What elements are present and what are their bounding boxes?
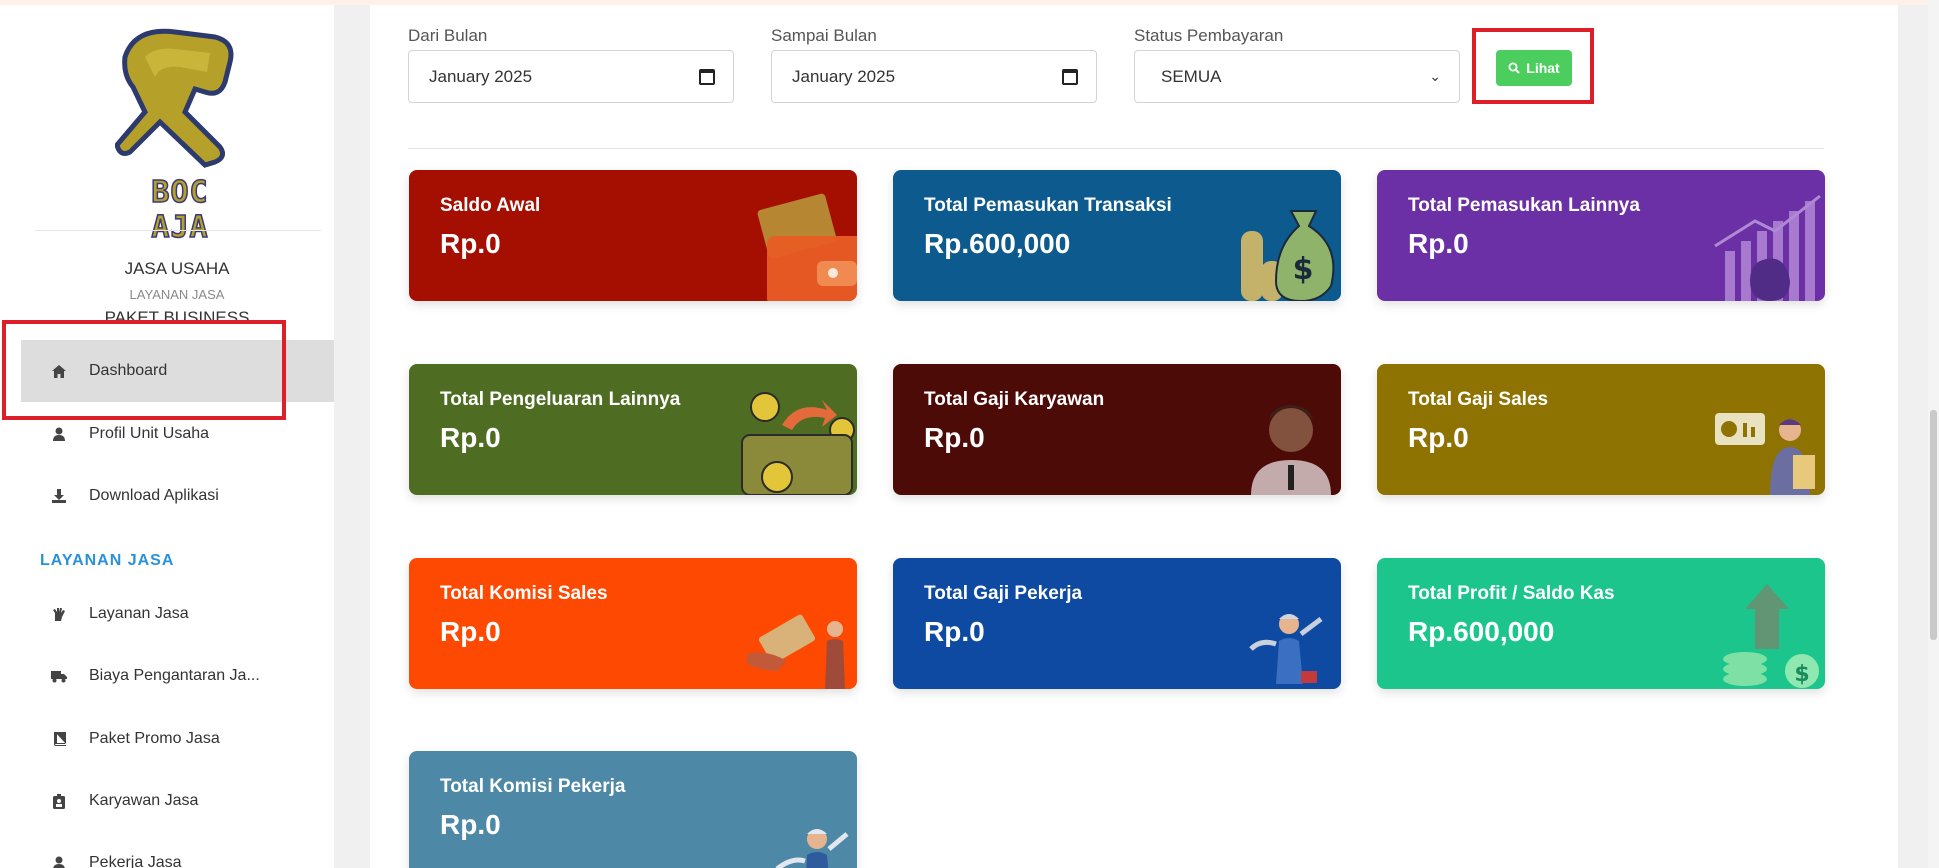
from-month-value: January 2025 [429, 66, 533, 86]
sidebar-item-pekerja-jasa[interactable]: Pekerja Jasa [21, 832, 334, 868]
sidebar-item-label: Profil Unit Usaha [89, 425, 210, 442]
worker-icon [775, 829, 849, 868]
svg-text:$: $ [1293, 252, 1314, 287]
sidebar-item-label: Download Aplikasi [89, 487, 219, 504]
money-handshake-icon [747, 614, 845, 689]
card-title: Total Pemasukan Transaksi [924, 195, 1172, 216]
wallet-coins-icon [741, 392, 855, 495]
org-subtitle: LAYANAN JASA [129, 287, 225, 302]
card-value: Rp.0 [1408, 422, 1469, 453]
to-month-input[interactable]: January 2025 [771, 50, 1097, 103]
card-total-pengeluaran-lainnya: Total Pengeluaran Lainnya Rp.0 [409, 364, 857, 495]
employee-avatar-icon [1251, 405, 1331, 495]
sidebar-item-label: Paket Promo Jasa [89, 730, 220, 747]
download-icon [51, 488, 67, 504]
user-icon [51, 426, 67, 442]
card-value: Rp.600,000 [1408, 616, 1555, 647]
card-title: Total Profit / Saldo Kas [1408, 583, 1615, 604]
growth-chart-icon [1714, 194, 1821, 301]
sidebar-item-download-aplikasi[interactable]: Download Aplikasi [21, 465, 334, 527]
to-month-value: January 2025 [792, 66, 896, 86]
highlight-box-dashboard [2, 320, 286, 420]
card-title: Total Pemasukan Lainnya [1408, 195, 1640, 216]
card-title: Saldo Awal [440, 195, 541, 216]
card-total-pemasukan-lainnya: Total Pemasukan Lainnya Rp.0 [1377, 170, 1825, 301]
calendar-icon[interactable] [699, 68, 715, 85]
card-title: Total Gaji Pekerja [924, 583, 1083, 604]
card-total-pemasukan-transaksi: Total Pemasukan Transaksi Rp.600,000 $ [893, 170, 1341, 301]
scrollbar-thumb[interactable] [1930, 410, 1937, 640]
card-value: Rp.0 [924, 422, 985, 453]
sidebar-item-layanan-jasa[interactable]: Layanan Jasa [21, 583, 334, 645]
card-title: Total Komisi Pekerja [440, 776, 626, 797]
salesperson-icon [1715, 413, 1815, 495]
svg-text:$: $ [1794, 662, 1809, 687]
chevron-down-icon: ⌄ [1429, 68, 1441, 84]
payment-status-select[interactable]: SEMUA ⌄ [1134, 50, 1460, 103]
sidebar-item-label: Biaya Pengantaran Ja... [89, 667, 260, 684]
card-total-gaji-pekerja: Total Gaji Pekerja Rp.0 [893, 558, 1341, 689]
card-title: Total Gaji Sales [1408, 389, 1549, 410]
from-month-label: Dari Bulan [408, 26, 488, 45]
wallet-icon [757, 193, 857, 301]
highlight-box-lihat [1472, 28, 1594, 104]
card-title: Total Pengeluaran Lainnya [440, 389, 681, 410]
card-value: Rp.0 [440, 228, 501, 259]
sidebar-item-paket-promo-jasa[interactable]: Paket Promo Jasa [21, 708, 334, 770]
card-total-gaji-sales: Total Gaji Sales Rp.0 [1377, 364, 1825, 495]
card-value: Rp.0 [924, 616, 985, 647]
card-title: Total Gaji Karyawan [924, 389, 1105, 410]
money-bag-icon: $ [1241, 210, 1335, 301]
card-total-gaji-karyawan: Total Gaji Karyawan Rp.0 [893, 364, 1341, 495]
profit-arrow-coins-icon: $ [1723, 584, 1819, 688]
calendar-icon[interactable] [1062, 68, 1078, 85]
card-value: Rp.0 [1408, 228, 1469, 259]
filter-divider [408, 148, 1824, 149]
card-value: Rp.0 [440, 616, 501, 647]
card-value: Rp.600,000 [924, 228, 1071, 259]
card-total-komisi-sales: Total Komisi Sales Rp.0 [409, 558, 857, 689]
brand-logo-text: BOC AJA [151, 174, 209, 246]
sidebar-divider [35, 230, 321, 231]
to-month-label: Sampai Bulan [771, 26, 877, 45]
payment-status-value: SEMUA [1161, 66, 1222, 86]
sidebar-item-karyawan-jasa[interactable]: Karyawan Jasa [21, 770, 334, 832]
org-name: JASA USAHA [124, 259, 230, 278]
from-month-input[interactable]: January 2025 [408, 50, 734, 103]
card-total-komisi-pekerja: Total Komisi Pekerja Rp.0 [409, 751, 857, 868]
worker-icon [1249, 614, 1323, 684]
sidebar-item-label: Layanan Jasa [89, 605, 189, 622]
card-value: Rp.0 [440, 809, 501, 840]
sidebar-item-biaya-pengantaran[interactable]: Biaya Pengantaran Ja... [21, 645, 334, 707]
card-total-profit-saldo-kas: Total Profit / Saldo Kas Rp.600,000 $ [1377, 558, 1825, 689]
card-saldo-awal: Saldo Awal Rp.0 [409, 170, 857, 301]
book-icon [51, 731, 67, 747]
sidebar-section-title: LAYANAN JASA [40, 552, 175, 569]
id-badge-icon [51, 793, 67, 809]
sidebar-item-label: Karyawan Jasa [89, 792, 199, 809]
truck-icon [51, 668, 67, 684]
hand-icon [51, 606, 67, 622]
user-icon [51, 855, 67, 868]
card-title: Total Komisi Sales [440, 583, 608, 604]
card-value: Rp.0 [440, 422, 501, 453]
payment-status-label: Status Pembayaran [1134, 26, 1284, 45]
sidebar-item-label: Pekerja Jasa [89, 854, 182, 868]
